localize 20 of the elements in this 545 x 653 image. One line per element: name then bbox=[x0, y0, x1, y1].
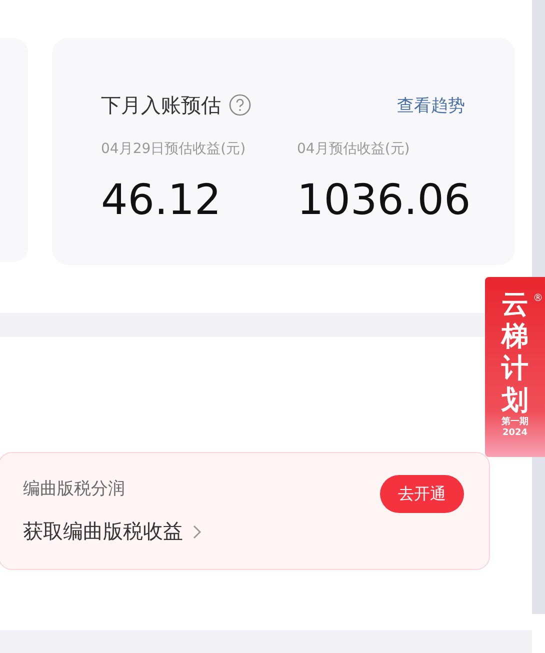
badge-character: 计 bbox=[502, 353, 528, 385]
registered-mark: ® bbox=[533, 293, 543, 304]
view-trend-link[interactable]: 查看趋势 bbox=[397, 94, 465, 116]
activate-button[interactable]: 去开通 bbox=[380, 475, 464, 513]
badge-character: 云 bbox=[502, 289, 528, 321]
metric-value: 46.12 bbox=[101, 176, 222, 224]
help-icon[interactable] bbox=[229, 94, 251, 116]
promo-badge[interactable]: 云 梯 计 划 ® 第一期 2024 bbox=[485, 277, 545, 457]
royalty-link[interactable]: 获取编曲版税收益 bbox=[23, 518, 183, 545]
card-subtitle: 编曲版税分润 bbox=[23, 478, 126, 500]
badge-character: 划 bbox=[502, 385, 528, 416]
card-title: 下月入账预估 bbox=[101, 92, 221, 118]
badge-character: 梯 bbox=[502, 321, 528, 353]
chevron-right-icon bbox=[193, 524, 201, 538]
metric-label: 04月29日预估收益(元) bbox=[101, 140, 247, 158]
scrollbar[interactable] bbox=[532, 0, 545, 277]
metric-value: 1036.06 bbox=[297, 176, 471, 224]
badge-year: 2024 bbox=[502, 428, 528, 439]
metric-label: 04月预估收益(元) bbox=[297, 140, 411, 158]
badge-issue: 第一期 bbox=[502, 417, 528, 428]
